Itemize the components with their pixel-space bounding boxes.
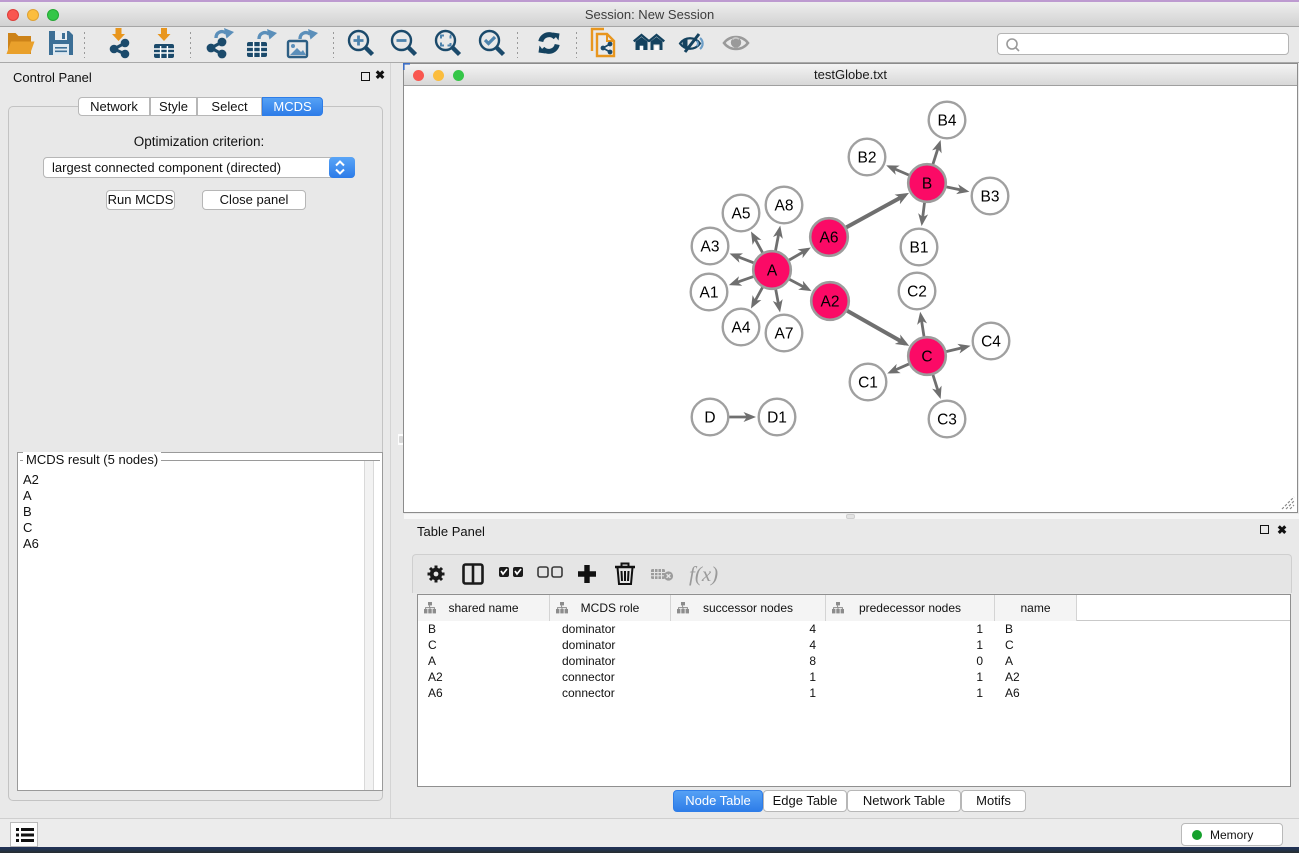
svg-text:D: D — [704, 410, 715, 427]
svg-text:A1: A1 — [700, 285, 719, 302]
svg-text:D1: D1 — [767, 410, 787, 427]
svg-text:A4: A4 — [732, 320, 751, 337]
svg-text:A5: A5 — [732, 206, 751, 223]
svg-text:A8: A8 — [775, 198, 794, 215]
svg-text:C1: C1 — [858, 375, 878, 392]
svg-text:C: C — [921, 349, 932, 366]
svg-text:f(x): f(x) — [689, 562, 718, 586]
svg-text:B2: B2 — [858, 150, 877, 167]
svg-text:C4: C4 — [981, 334, 1001, 351]
svg-text:A3: A3 — [701, 239, 720, 256]
svg-text:A6: A6 — [820, 230, 839, 247]
svg-text:C3: C3 — [937, 412, 957, 429]
svg-text:B: B — [922, 176, 932, 193]
svg-text:A: A — [767, 263, 778, 280]
svg-text:A2: A2 — [821, 294, 840, 311]
svg-text:A7: A7 — [775, 326, 794, 343]
svg-text:B4: B4 — [938, 113, 957, 130]
svg-text:B1: B1 — [910, 240, 929, 257]
svg-text:B3: B3 — [981, 189, 1000, 206]
svg-text:C2: C2 — [907, 284, 927, 301]
